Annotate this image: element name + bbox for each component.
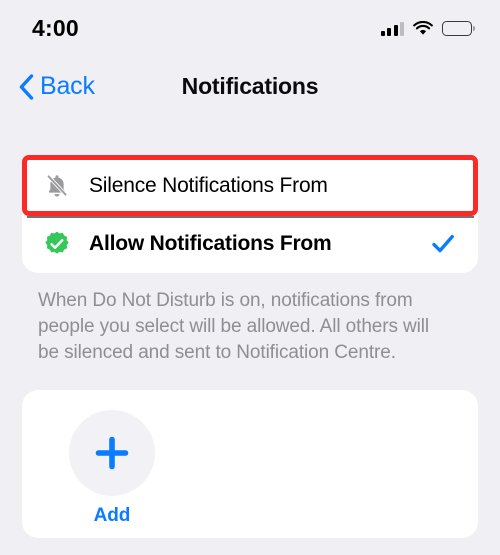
plus-icon <box>92 433 132 473</box>
option-label-allow-notifications: Allow Notifications From <box>89 232 332 255</box>
status-bar: 4:00 <box>0 0 500 56</box>
row-separator <box>27 216 474 218</box>
people-list-card: Add <box>22 390 478 538</box>
status-time: 4:00 <box>32 14 79 41</box>
bell-slash-icon <box>43 172 77 200</box>
option-label-silence-notifications: Silence Notifications From <box>89 174 328 197</box>
green-check-badge-icon <box>43 230 77 258</box>
add-button-circle <box>69 410 155 496</box>
notification-options-card: Silence Notifications From Allow Notific… <box>22 157 478 273</box>
page-title: Notifications <box>181 73 319 99</box>
add-person-button[interactable]: Add <box>47 410 177 527</box>
section-description: When Do Not Disturb is on, notifications… <box>38 290 430 363</box>
option-row-allow-notifications[interactable]: Allow Notifications From <box>22 215 478 273</box>
navigation-bar: Back Notifications <box>0 60 500 116</box>
checkmark-icon <box>430 231 456 257</box>
add-button-label: Add <box>93 505 131 526</box>
cellular-signal-icon <box>380 21 404 36</box>
status-indicators <box>380 20 475 36</box>
option-row-silence-notifications[interactable]: Silence Notifications From <box>22 157 478 215</box>
battery-icon <box>442 20 475 36</box>
wifi-icon <box>413 20 433 36</box>
